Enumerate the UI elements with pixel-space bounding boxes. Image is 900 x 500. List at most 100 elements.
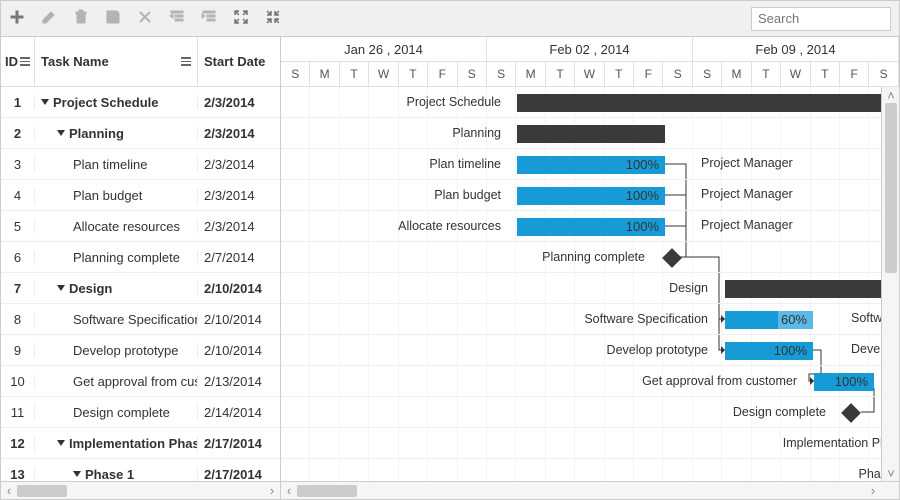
grid-header: ID Task Name Start Date [1,37,280,87]
collapse-icon[interactable] [57,285,65,291]
horizontal-scrollbar[interactable]: ‹ › [281,481,899,499]
chevron-left-icon[interactable]: ‹ [1,483,17,499]
milestone-marker[interactable] [841,403,861,423]
day-header: T [605,62,634,86]
day-header: M [516,62,545,86]
delete-icon[interactable] [73,9,89,28]
table-row[interactable]: 6Planning complete2/7/2014 [1,242,280,273]
chevron-left-icon[interactable]: ‹ [281,483,297,499]
gantt-app: ID Task Name Start Date 1Project Schedul… [0,0,900,500]
day-header: S [869,62,898,86]
day-header: S [693,62,722,86]
gantt-row: Plan timeline100%Project Manager [281,149,899,180]
chevron-up-icon[interactable]: ˄ [882,87,899,103]
summary-bar[interactable] [725,280,895,298]
col-header-date[interactable]: Start Date [198,37,280,86]
collapse-icon[interactable] [57,440,65,446]
scroll-thumb[interactable] [885,103,897,273]
resource-label: Deve [851,342,880,356]
outdent-icon[interactable] [169,9,185,28]
gantt-row: Develop prototype100%Deve [281,335,899,366]
resource-label: Project Manager [701,218,793,232]
cancel-icon[interactable] [137,9,153,28]
gantt-row: Allocate resources 100% Project Manager [281,211,899,242]
table-row[interactable]: 8Software Specification2/10/2014 [1,304,280,335]
table-row[interactable]: 5Allocate resources2/3/2014 [1,211,280,242]
day-header: T [752,62,781,86]
summary-bar[interactable] [517,94,897,112]
collapse-icon[interactable] [41,99,49,105]
task-grid: ID Task Name Start Date 1Project Schedul… [1,37,281,499]
gantt-row: Get approval from customer 100% [281,366,899,397]
scroll-thumb[interactable] [297,485,357,497]
table-row[interactable]: 12Implementation Phase2/17/2014 [1,428,280,459]
day-header: F [634,62,663,86]
milestone-marker[interactable] [662,248,682,268]
table-row[interactable]: 7Design2/10/2014 [1,273,280,304]
gantt-row: Plan budget100%Project Manager [281,180,899,211]
save-icon[interactable] [105,9,121,28]
collapse-icon[interactable] [57,130,65,136]
expand-all-icon[interactable] [233,9,249,28]
table-row[interactable]: 13Phase 12/17/2014 [1,459,280,481]
day-header: S [281,62,310,86]
table-row[interactable]: 2Planning2/3/2014 [1,118,280,149]
table-row[interactable]: 11Design complete2/14/2014 [1,397,280,428]
gantt-row: Project Schedule [281,87,899,118]
gantt-row: Design complete [281,397,899,428]
collapse-icon[interactable] [73,471,81,477]
gantt-row: Phas [281,459,899,481]
task-label: Get approval from customer [281,374,805,388]
table-row[interactable]: 3Plan timeline2/3/2014 [1,149,280,180]
add-icon[interactable] [9,9,25,28]
chevron-down-icon[interactable]: ˅ [882,465,899,481]
task-bar[interactable]: 100% [517,218,665,236]
task-bar[interactable]: 100% [517,156,665,174]
day-header: T [399,62,428,86]
chart-body[interactable]: Project SchedulePlanning Plan timeline 100… [281,87,899,481]
day-header: T [811,62,840,86]
toolbar [1,1,899,37]
scroll-thumb[interactable] [17,485,67,497]
table-row[interactable]: 1Project Schedule2/3/2014 [1,87,280,118]
gantt-row: Design [281,273,899,304]
week-header: Feb 09 , 2014 [693,37,899,61]
gantt-row: Implementation Ph [281,428,899,459]
day-header: M [310,62,339,86]
task-label: Implementation Ph [281,436,895,450]
task-label: Design [281,281,716,295]
task-label: Phas [281,467,895,481]
edit-icon[interactable] [41,9,57,28]
chevron-right-icon[interactable]: › [865,483,881,499]
task-bar[interactable]: 100% [725,342,813,360]
col-header-id[interactable]: ID [1,37,35,86]
gantt-row: Planning [281,118,899,149]
hamburger-icon[interactable] [20,57,30,66]
task-label: Software Specification [281,312,716,326]
gantt-chart: Jan 26 , 2014Feb 02 , 2014Feb 09 , 2014 … [281,37,899,499]
week-header: Feb 02 , 2014 [487,37,693,61]
vertical-scrollbar[interactable]: ˄ ˅ [881,87,899,481]
horizontal-scrollbar[interactable]: ‹ › [1,481,280,499]
col-header-task[interactable]: Task Name [35,37,198,86]
chevron-right-icon[interactable]: › [264,483,280,499]
task-label: Plan timeline [281,157,509,171]
day-header: M [722,62,751,86]
task-bar[interactable]: 100% [517,187,665,205]
table-row[interactable]: 10Get approval from customer2/13/2014 [1,366,280,397]
task-bar[interactable]: 60% [725,311,813,329]
summary-bar[interactable] [517,125,665,143]
main: ID Task Name Start Date 1Project Schedul… [1,37,899,499]
table-row[interactable]: 9Develop prototype2/10/2014 [1,335,280,366]
gantt-row: Planning complete [281,242,899,273]
day-header: T [546,62,575,86]
gantt-row: Software Specification60%Software [281,304,899,335]
task-bar[interactable]: 100% [814,373,874,391]
collapse-all-icon[interactable] [265,9,281,28]
table-row[interactable]: 4Plan budget2/3/2014 [1,180,280,211]
task-label: Allocate resources [281,219,509,233]
search-input[interactable] [751,7,891,31]
hamburger-icon[interactable] [181,57,191,66]
task-label: Design complete [281,405,834,419]
indent-icon[interactable] [201,9,217,28]
